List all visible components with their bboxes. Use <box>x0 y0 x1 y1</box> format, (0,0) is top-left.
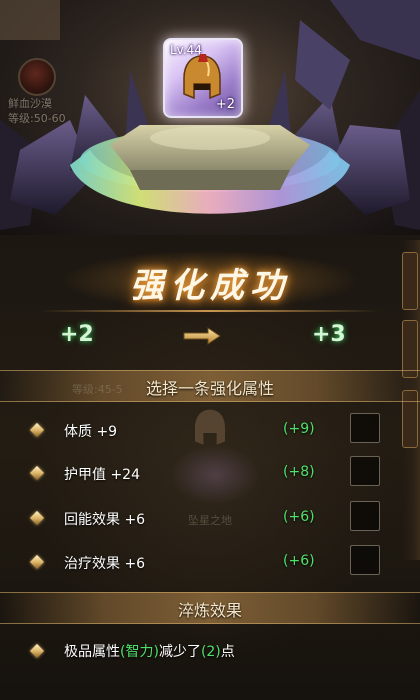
attribute-row[interactable]: 回能效果 +6 (+6) <box>0 501 420 536</box>
attribute-name: 回能效果 +6 <box>64 512 146 528</box>
refine-mid: 减少了 <box>158 644 201 660</box>
background-player-name: 鲜血沙漠 <box>8 97 52 110</box>
right-arrow-icon <box>183 327 221 345</box>
background-player-avatar <box>18 58 56 96</box>
refine-amount: (2) <box>200 644 221 660</box>
attribute-name: 治疗效果 +6 <box>64 556 146 572</box>
attribute-row[interactable]: 治疗效果 +6 (+6) <box>0 545 420 580</box>
attribute-name: 护甲值 +24 <box>64 467 140 483</box>
attribute-checkbox[interactable] <box>350 456 380 486</box>
enhance-altar-scene: 鲜血沙漠 等级:50-60 Lv.44 +2 <box>0 0 420 235</box>
item-enhance-level: +2 <box>215 97 235 112</box>
attribute-bonus: (+6) <box>283 553 315 569</box>
refine-suffix: 点 <box>220 644 235 660</box>
background-zone-level: 等级:45-5 <box>72 383 123 396</box>
attribute-name: 体质 +9 <box>64 424 118 440</box>
attribute-bonus: (+6) <box>283 509 315 525</box>
title-divider <box>40 310 380 312</box>
refine-attribute: (智力) <box>120 644 159 660</box>
select-attribute-title: 选择一条强化属性 <box>145 379 274 398</box>
attribute-bonus: (+9) <box>283 421 315 437</box>
attribute-row[interactable]: 护甲值 +24 (+8) <box>0 456 420 491</box>
background-player-level: 等级:50-60 <box>8 112 66 125</box>
diamond-bullet-icon <box>29 554 45 570</box>
diamond-bullet-icon <box>29 643 45 659</box>
diamond-bullet-icon <box>29 422 45 438</box>
attribute-row[interactable]: 体质 +9 (+9) <box>0 413 420 448</box>
attribute-bonus: (+8) <box>283 464 315 480</box>
result-title: 强化成功 <box>130 266 290 306</box>
attribute-checkbox[interactable] <box>350 413 380 443</box>
refine-effect-title: 淬炼效果 <box>177 601 242 620</box>
enhance-level-to: +3 <box>312 322 346 347</box>
refine-effect-text: 极品属性(智力)减少了(2)点 <box>64 641 235 661</box>
diamond-bullet-icon <box>29 465 45 481</box>
refine-effect-row: 极品属性(智力)减少了(2)点 <box>0 636 420 666</box>
attribute-checkbox[interactable] <box>350 545 380 575</box>
attribute-checkbox[interactable] <box>350 501 380 531</box>
golden-helmet-icon <box>183 54 221 100</box>
refine-prefix: 极品属性 <box>64 644 120 660</box>
enhance-level-from: +2 <box>60 322 94 347</box>
diamond-bullet-icon <box>29 510 45 526</box>
enhanced-item-card[interactable]: Lv.44 +2 <box>163 38 243 118</box>
